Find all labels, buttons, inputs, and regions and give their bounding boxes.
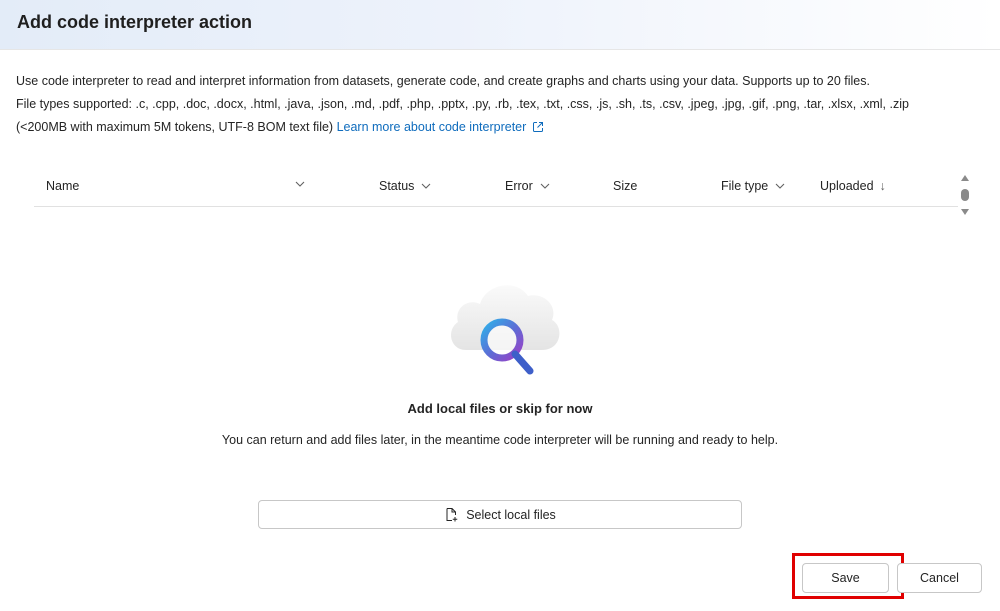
size-limit-text: (<200MB with maximum 5M tokens, UTF-8 BO… (16, 120, 334, 134)
select-local-files-button[interactable]: Select local files (258, 500, 742, 529)
description-line-1: Use code interpreter to read and interpr… (16, 74, 870, 88)
column-name-label: Name (46, 179, 80, 193)
column-header-file-type[interactable]: File type (721, 179, 786, 193)
document-add-icon (446, 508, 458, 522)
chevron-down-icon (540, 183, 550, 189)
empty-state-title: Add local files or skip for now (407, 401, 593, 416)
column-error-label: Error (505, 179, 533, 193)
description-line-3: (<200MB with maximum 5M tokens, UTF-8 BO… (16, 119, 544, 135)
cancel-button[interactable]: Cancel (897, 563, 982, 593)
files-table-header: Name Status Error Size File type Uploade… (34, 170, 958, 207)
column-header-error[interactable]: Error (505, 179, 551, 193)
scroll-up-arrow-icon[interactable] (961, 175, 969, 181)
learn-more-link[interactable]: Learn more about code interpreter (337, 120, 545, 134)
vertical-scrollbar[interactable] (958, 172, 972, 218)
dialog-header: Add code interpreter action (0, 0, 1000, 50)
column-size-label: Size (613, 179, 638, 193)
empty-state-description: You can return and add files later, in t… (221, 433, 779, 447)
column-file-type-label: File type (721, 179, 769, 193)
scroll-down-arrow-icon[interactable] (961, 209, 969, 215)
column-header-uploaded[interactable]: Uploaded ↓ (820, 179, 886, 193)
scrollbar-thumb[interactable] (961, 189, 969, 201)
column-status-label: Status (379, 179, 415, 193)
open-external-icon (533, 122, 544, 132)
cloud-search-icon (451, 285, 560, 375)
select-local-files-label: Select local files (466, 507, 556, 522)
dialog-title: Add code interpreter action (17, 12, 253, 32)
save-button[interactable]: Save (802, 563, 889, 593)
chevron-down-icon[interactable] (294, 178, 306, 190)
column-header-name[interactable]: Name (46, 179, 79, 193)
chevron-down-icon (422, 183, 431, 189)
column-header-status[interactable]: Status (379, 179, 432, 193)
sort-descending-icon: ↓ (879, 179, 886, 193)
chevron-down-icon (775, 183, 785, 189)
learn-more-label: Learn more about code interpreter (336, 120, 527, 134)
description-line-2: File types supported: .c, .cpp, .doc, .d… (16, 97, 909, 111)
column-uploaded-label: Uploaded (820, 179, 874, 193)
column-header-size[interactable]: Size (613, 179, 637, 193)
